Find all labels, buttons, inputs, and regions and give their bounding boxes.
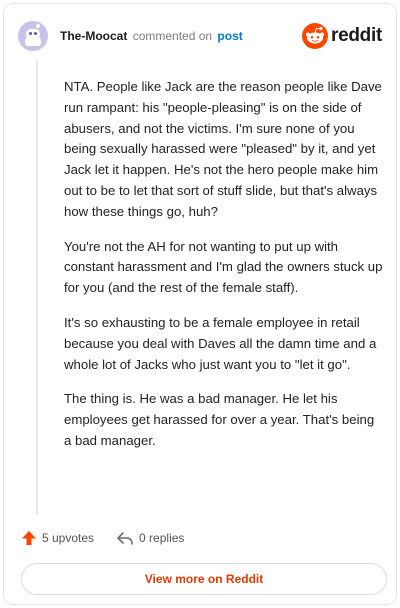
- comment-footer: 5 upvotes 0 replies: [21, 530, 184, 546]
- reply-button[interactable]: 0 replies: [116, 530, 184, 546]
- comment-body: NTA. People like Jack are the reason peo…: [64, 77, 384, 466]
- reddit-brand[interactable]: reddit: [302, 23, 382, 49]
- comment-paragraph: NTA. People like Jack are the reason peo…: [64, 79, 382, 219]
- comment-paragraph: It's so exhausting to be a female employ…: [64, 314, 377, 372]
- comment-paragraph: You're not the AH for not wanting to put…: [64, 238, 383, 296]
- view-more-button[interactable]: View more on Reddit: [21, 563, 387, 595]
- reddit-logo-icon: [302, 23, 329, 49]
- reply-arrow-icon: [117, 532, 133, 545]
- author-name[interactable]: The-Moocat: [60, 29, 127, 43]
- comment-paragraph: The thing is. He was a bad manager. He l…: [64, 391, 375, 448]
- comment-meta: The-Moocat commented on post: [60, 28, 243, 44]
- upvote-button[interactable]: 5 upvotes: [21, 530, 94, 546]
- upvote-arrow-icon: [22, 531, 36, 545]
- reddit-wordmark: reddit: [331, 25, 382, 46]
- snoo-avatar-icon[interactable]: [18, 21, 48, 51]
- upvote-count: 5 upvotes: [42, 531, 95, 545]
- reply-count: 0 replies: [139, 531, 185, 545]
- comment-action-text: commented on: [132, 29, 213, 43]
- comment-header: The-Moocat commented on post reddit: [18, 18, 382, 54]
- post-link[interactable]: post: [217, 29, 242, 43]
- comment-embed-card: The-Moocat commented on post reddit NTA.…: [3, 3, 397, 605]
- thread-line: [36, 60, 38, 515]
